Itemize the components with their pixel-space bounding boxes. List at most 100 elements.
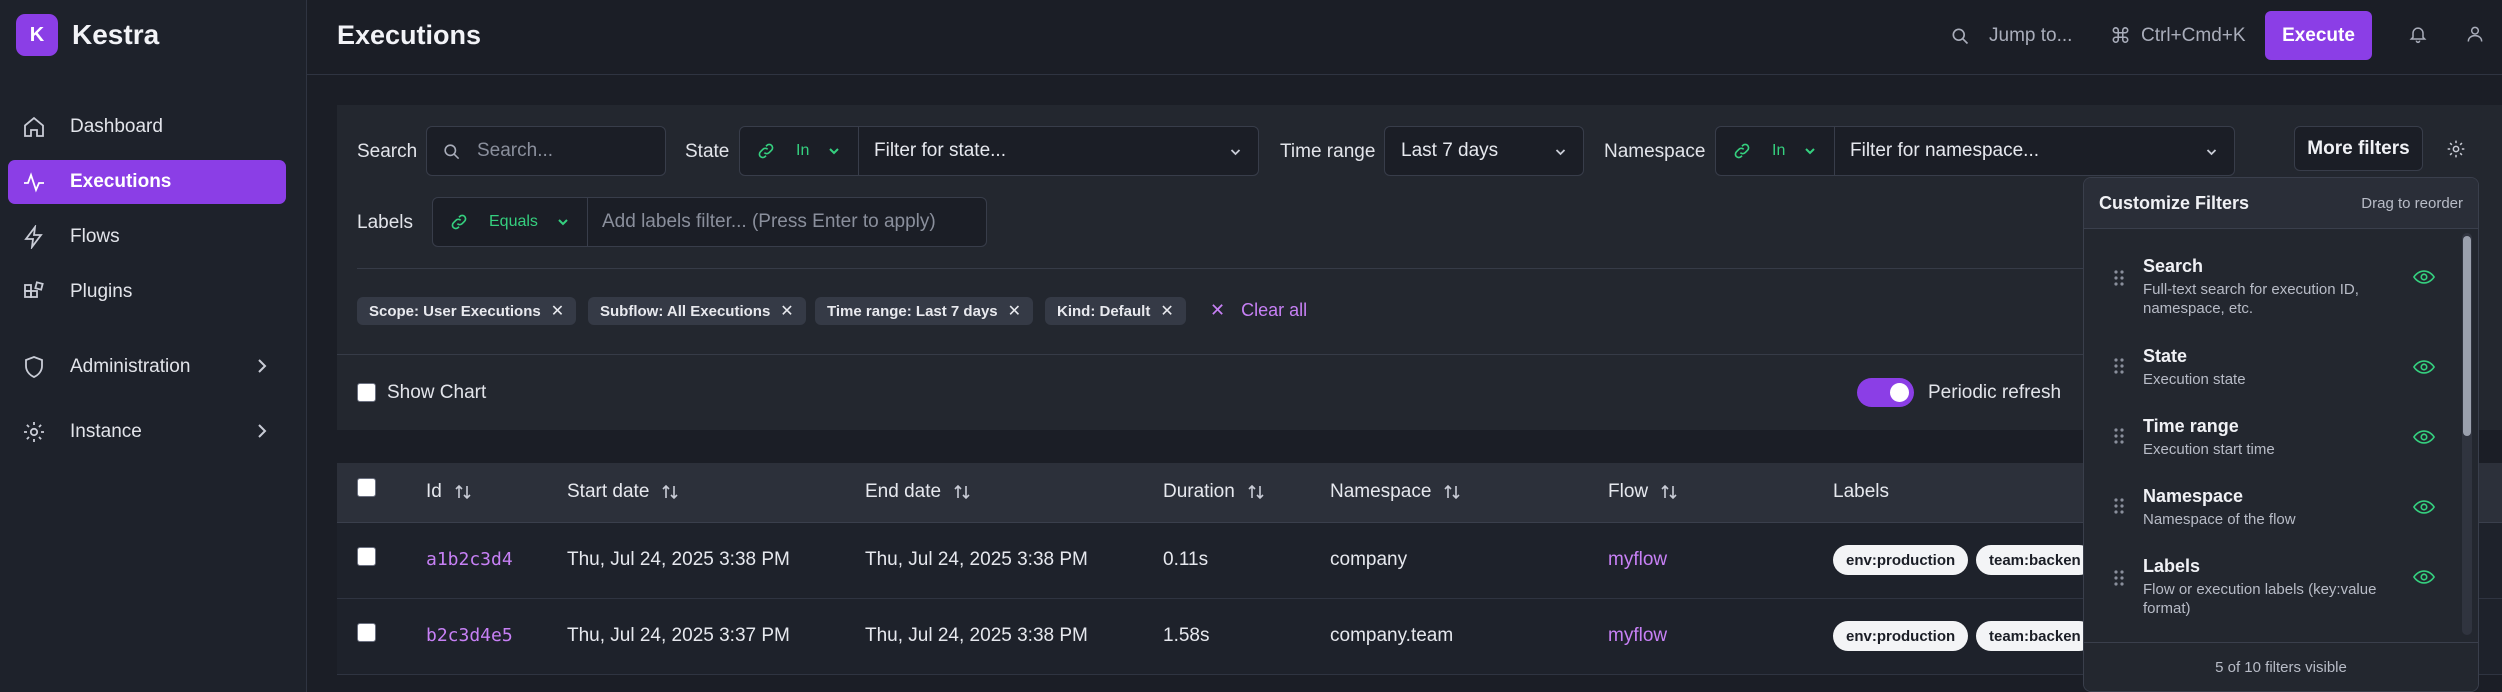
filter-option-state[interactable]: State Execution state: [2084, 346, 2454, 391]
filter-option-labels[interactable]: Labels Flow or execution labels (key:val…: [2084, 556, 2454, 618]
filter-option-title: State: [2143, 346, 2188, 366]
jump-to-button[interactable]: Jump to...: [1950, 15, 2072, 57]
row-checkbox[interactable]: [357, 623, 376, 642]
label-pill[interactable]: team:backen: [1976, 545, 2094, 575]
namespace-operator: In: [1772, 142, 1786, 159]
eye-icon[interactable]: [2413, 569, 2435, 585]
periodic-refresh-label: Periodic refresh: [1928, 382, 2062, 403]
close-icon: ✕: [1210, 300, 1226, 320]
sort-icon: [954, 484, 970, 500]
drag-handle-icon[interactable]: [2114, 270, 2124, 286]
more-filters-button[interactable]: More filters: [2294, 126, 2423, 171]
sidebar-item-administration[interactable]: Administration: [8, 345, 286, 389]
filter-option-search[interactable]: Search Full-text search for execution ID…: [2084, 256, 2454, 317]
sidebar-item-executions[interactable]: Executions: [8, 160, 286, 204]
column-header-flow[interactable]: Flow: [1608, 481, 1678, 503]
close-icon[interactable]: ✕: [1160, 301, 1173, 321]
popover-title: Customize Filters: [2099, 193, 2250, 213]
close-icon[interactable]: ✕: [551, 301, 564, 321]
drag-handle-icon[interactable]: [2114, 498, 2124, 514]
home-icon: [24, 116, 44, 137]
label-pill[interactable]: env:production: [1833, 621, 1969, 651]
show-chart-checkbox[interactable]: [357, 383, 376, 402]
search-icon: [1952, 28, 1969, 45]
gear-icon[interactable]: [2446, 139, 2466, 159]
drag-handle-icon[interactable]: [2114, 428, 2124, 444]
popover-scrollbar-thumb[interactable]: [2463, 236, 2471, 436]
eye-icon[interactable]: [2413, 429, 2435, 445]
filter-option-time-range[interactable]: Time range Execution start time: [2084, 416, 2454, 461]
periodic-refresh-toggle[interactable]: [1857, 378, 1914, 407]
chevron-down-icon: [1555, 149, 1566, 156]
filter-chip-scope[interactable]: Scope: User Executions ✕: [357, 297, 577, 325]
search-icon: [444, 143, 460, 159]
drag-handle-icon[interactable]: [2114, 570, 2124, 586]
flow-link[interactable]: myflow: [1608, 549, 1667, 571]
state-filter: In Filter for state...: [739, 126, 1259, 176]
filter-chip-time-range[interactable]: Time range: Last 7 days ✕: [815, 297, 1034, 325]
column-header-labels: Labels: [1833, 481, 1889, 502]
link-icon: [1734, 143, 1750, 159]
sidebar-item-label: Instance: [70, 421, 142, 442]
filter-chip-kind[interactable]: Kind: Default ✕: [1045, 297, 1186, 325]
close-icon[interactable]: ✕: [780, 301, 793, 321]
labels-operator-select[interactable]: Equals: [433, 198, 588, 246]
search-input[interactable]: Search...: [426, 126, 666, 176]
label-pill[interactable]: team:backen: [1976, 621, 2094, 651]
labels-input[interactable]: Add labels filter... (Press Enter to app…: [602, 211, 936, 233]
flow-link[interactable]: myflow: [1608, 625, 1667, 647]
time-range-select[interactable]: Last 7 days: [1384, 126, 1584, 176]
row-checkbox[interactable]: [357, 547, 376, 566]
sidebar-item-flows[interactable]: Flows: [8, 215, 286, 259]
sidebar-item-instance[interactable]: Instance: [8, 410, 286, 454]
clear-all-button[interactable]: ✕ Clear all: [1210, 300, 1307, 321]
namespace: company.team: [1330, 625, 1454, 646]
sort-icon: [1661, 484, 1677, 500]
eye-icon[interactable]: [2413, 269, 2435, 285]
filter-option-title: Search: [2143, 256, 2204, 276]
execution-id-link[interactable]: b2c3d4e5: [426, 625, 513, 646]
filter-option-desc: Full-text search for execution ID, names…: [2143, 281, 2359, 317]
eye-icon[interactable]: [2413, 359, 2435, 375]
brand[interactable]: K Kestra: [16, 14, 159, 56]
column-header-id[interactable]: Id: [426, 481, 472, 503]
state-value-select[interactable]: Filter for state...: [859, 127, 1258, 175]
execute-button[interactable]: Execute: [2265, 11, 2372, 60]
sort-icon: [1444, 484, 1460, 500]
activity-icon: [24, 172, 44, 193]
namespace-value-select[interactable]: Filter for namespace...: [1835, 127, 2234, 175]
kestra-logo: K: [16, 14, 58, 56]
start-date: Thu, Jul 24, 2025 3:37 PM: [567, 625, 790, 646]
end-date: Thu, Jul 24, 2025 3:38 PM: [865, 625, 1088, 646]
filter-option-title: Time range: [2143, 416, 2239, 436]
labels-filter-label: Labels: [357, 212, 413, 233]
column-header-start-date[interactable]: Start date: [567, 481, 679, 503]
column-header-end-date[interactable]: End date: [865, 481, 971, 503]
chart-divider: [337, 354, 2083, 355]
chevron-down-icon: [2206, 149, 2217, 156]
execution-id-link[interactable]: a1b2c3d4: [426, 549, 513, 570]
label-pill[interactable]: env:production: [1833, 545, 1969, 575]
close-icon[interactable]: ✕: [1008, 301, 1021, 321]
sort-icon: [455, 484, 471, 500]
bell-icon[interactable]: [2408, 23, 2428, 45]
drag-handle-icon[interactable]: [2114, 358, 2124, 374]
page-title: Executions: [337, 20, 482, 50]
state-operator-select[interactable]: In: [740, 127, 859, 175]
time-range-value: Last 7 days: [1401, 140, 1499, 161]
sidebar-item-dashboard[interactable]: Dashboard: [8, 105, 286, 149]
eye-icon[interactable]: [2413, 499, 2435, 515]
clear-all-label: Clear all: [1241, 300, 1308, 320]
filter-option-desc: Namespace of the flow: [2143, 511, 2296, 528]
user-icon[interactable]: [2465, 23, 2485, 45]
select-all-checkbox[interactable]: [357, 478, 376, 497]
filter-chip-subflow[interactable]: Subflow: All Executions ✕: [588, 297, 806, 325]
column-header-namespace[interactable]: Namespace: [1330, 481, 1461, 503]
popover-footer: 5 of 10 filters visible: [2084, 642, 2478, 691]
header-divider: [307, 74, 2502, 75]
filter-option-title: Namespace: [2143, 486, 2244, 506]
sidebar-item-plugins[interactable]: Plugins: [8, 270, 286, 314]
namespace-operator-select[interactable]: In: [1716, 127, 1835, 175]
filter-option-namespace[interactable]: Namespace Namespace of the flow: [2084, 486, 2454, 531]
column-header-duration[interactable]: Duration: [1163, 481, 1265, 503]
